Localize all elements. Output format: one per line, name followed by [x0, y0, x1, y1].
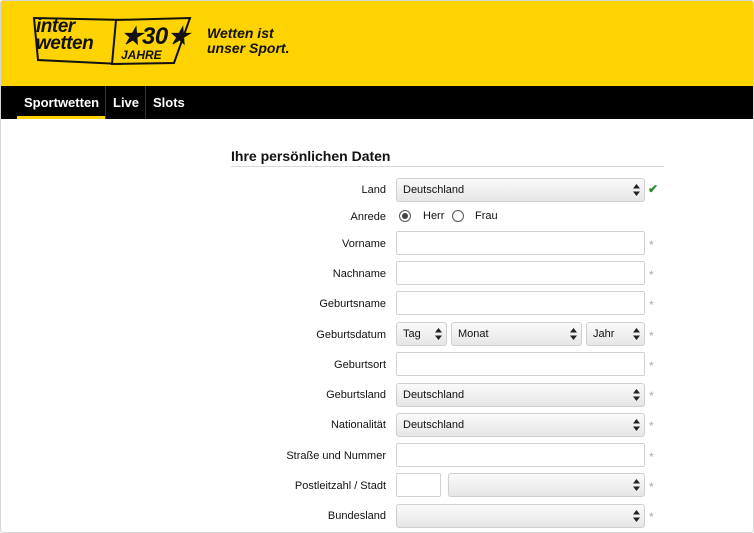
select-arrows-icon: [633, 479, 640, 491]
slogan-line2: unser Sport.: [207, 40, 290, 56]
nationalitaet-select[interactable]: Deutschland: [396, 413, 645, 437]
bundesland-select[interactable]: [396, 504, 645, 528]
required-marker: *: [649, 450, 654, 464]
radio-herr[interactable]: [399, 210, 411, 222]
required-marker: *: [649, 480, 654, 494]
label-vorname: Vorname: [341, 238, 386, 250]
nachname-input[interactable]: [396, 261, 645, 285]
plz-input[interactable]: [396, 473, 441, 497]
label-geburtsdatum: Geburtsdatum: [316, 329, 386, 341]
select-arrows-icon: [633, 419, 640, 431]
land-select[interactable]: Deutschland: [396, 178, 645, 202]
geburtsname-input[interactable]: [396, 291, 645, 315]
year-select[interactable]: Jahr: [586, 322, 645, 346]
logo-line2: wetten: [36, 33, 94, 54]
month-value: Monat: [458, 328, 489, 340]
logo-text: inter wetten: [36, 17, 94, 54]
day-value: Tag: [403, 328, 421, 340]
browser-frame: inter wetten ★30★ JAHRE Wetten ist unser…: [0, 0, 754, 533]
label-plz-stadt: Postleitzahl / Stadt: [294, 480, 386, 492]
geburtsort-input[interactable]: [396, 352, 645, 376]
geburtsland-value: Deutschland: [403, 389, 465, 401]
nationalitaet-value: Deutschland: [403, 419, 465, 431]
vorname-input[interactable]: [396, 231, 645, 255]
required-marker: *: [649, 298, 654, 312]
form-title: Ihre persönlichen Daten: [231, 148, 391, 164]
required-marker: *: [649, 510, 654, 524]
label-bundesland: Bundesland: [327, 510, 386, 522]
label-land: Land: [361, 184, 386, 196]
nav-item-slots[interactable]: Slots: [146, 86, 192, 119]
valid-check-icon: ✔: [648, 182, 659, 196]
select-arrows-icon: [633, 389, 640, 401]
select-arrows-icon: [435, 328, 442, 340]
required-marker: *: [649, 268, 654, 282]
main-nav: Sportwetten Live Slots: [1, 86, 753, 119]
required-marker: *: [649, 238, 654, 252]
stadt-select[interactable]: [448, 473, 645, 497]
anniversary-number: ★30★: [121, 23, 189, 50]
month-select[interactable]: Monat: [451, 322, 582, 346]
select-arrows-icon: [633, 510, 640, 522]
anniversary-badge: ★30★ JAHRE: [110, 16, 192, 66]
label-anrede: Anrede: [350, 211, 386, 223]
radio-herr-label[interactable]: Herr: [423, 210, 444, 223]
label-geburtsort: Geburtsort: [334, 359, 386, 371]
required-marker: *: [649, 359, 654, 373]
radio-frau-label[interactable]: Frau: [475, 210, 498, 223]
label-strasse: Straße und Nummer: [286, 450, 386, 462]
label-geburtsname: Geburtsname: [319, 298, 386, 310]
year-value: Jahr: [593, 328, 615, 340]
geburtsland-select[interactable]: Deutschland: [396, 383, 645, 407]
label-geburtsland: Geburtsland: [326, 389, 386, 401]
select-arrows-icon: [570, 328, 577, 340]
nav-item-live[interactable]: Live: [106, 86, 146, 119]
land-value: Deutschland: [403, 184, 465, 196]
required-marker: *: [649, 389, 654, 403]
select-arrows-icon: [633, 184, 640, 196]
nav-item-sportwetten[interactable]: Sportwetten: [17, 86, 107, 119]
strasse-input[interactable]: [396, 443, 645, 467]
required-marker: *: [649, 419, 654, 433]
day-select[interactable]: Tag: [396, 322, 447, 346]
label-nachname: Nachname: [332, 268, 386, 280]
select-arrows-icon: [633, 328, 640, 340]
required-marker: *: [649, 329, 654, 343]
title-divider: [231, 166, 664, 167]
label-nationalitaet: Nationalität: [330, 419, 386, 431]
anniversary-word: JAHRE: [121, 48, 162, 62]
site-header: inter wetten ★30★ JAHRE Wetten ist unser…: [1, 1, 753, 86]
slogan-line1: Wetten ist: [207, 25, 274, 41]
radio-frau[interactable]: [452, 210, 464, 222]
slogan: Wetten ist unser Sport.: [207, 26, 317, 56]
